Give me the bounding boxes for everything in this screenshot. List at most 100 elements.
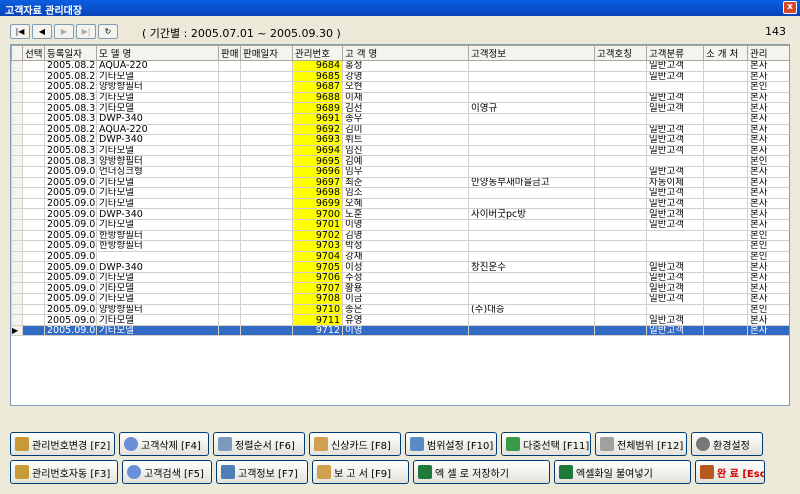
empty-cell[interactable] — [218, 271, 241, 284]
mgr-cell[interactable]: 본사 — [747, 123, 789, 136]
name-cell[interactable]: 이금 — [342, 293, 469, 305]
date-cell[interactable]: 2005.09.05 — [44, 218, 97, 231]
date-cell[interactable]: 2005.08.30 — [44, 91, 97, 104]
mgr-cell[interactable]: 본사 — [747, 282, 789, 295]
date-cell[interactable]: 2005.09.03 — [44, 240, 97, 252]
column-header[interactable]: 관리번호 — [292, 45, 343, 61]
row-pointer[interactable] — [11, 197, 23, 210]
row-pointer[interactable] — [11, 81, 23, 93]
mgr-cell[interactable]: 본사 — [747, 176, 789, 189]
name-cell[interactable]: 휘트 — [342, 134, 469, 146]
info-cell[interactable] — [468, 144, 595, 157]
empty-cell[interactable] — [703, 271, 748, 284]
empty-cell[interactable] — [240, 218, 293, 231]
empty-cell[interactable] — [703, 324, 748, 337]
name-cell[interactable]: 박정 — [342, 240, 469, 252]
name-cell[interactable]: 황용 — [342, 282, 469, 295]
class-cell[interactable]: 일반고객 — [646, 324, 704, 337]
info-cell[interactable] — [468, 165, 595, 178]
table-row[interactable]: 2005.08.25 기타모델 9685 강명 일반고객 본사 — [11, 70, 789, 83]
empty-cell[interactable] — [594, 250, 647, 263]
empty-cell[interactable] — [240, 208, 293, 220]
date-cell[interactable]: 2005.09.02 — [44, 229, 97, 242]
table-row[interactable]: 2005.09.05 기타모델 9701 이명 일반고객 본사 — [11, 218, 789, 231]
column-header[interactable]: 고객호칭 — [594, 45, 647, 61]
empty-cell[interactable] — [594, 303, 647, 316]
empty-cell[interactable] — [703, 91, 748, 104]
class-cell[interactable]: 일반고객 — [646, 197, 704, 210]
select-cell[interactable] — [22, 187, 45, 199]
name-cell[interactable]: 강명 — [342, 70, 469, 83]
date-cell[interactable]: 2005.09.03 — [44, 271, 97, 284]
empty-cell[interactable] — [218, 70, 241, 83]
name-cell[interactable]: 강재 — [342, 250, 469, 263]
toolbar-button-bottom-1[interactable]: 고객검색 [F5] — [122, 460, 212, 484]
empty-cell[interactable] — [594, 229, 647, 242]
toolbar-button-top-2[interactable]: 정렬순서 [F6] — [213, 432, 305, 456]
info-cell[interactable] — [468, 134, 595, 146]
date-cell[interactable]: 2005.08.25 — [44, 70, 97, 83]
info-cell[interactable] — [468, 70, 595, 83]
id-cell[interactable]: 9704 — [292, 250, 343, 263]
date-cell[interactable]: 2005.09.05 — [44, 303, 97, 316]
toolbar-button-bottom-2[interactable]: 고객정보 [F7] — [216, 460, 308, 484]
name-cell[interactable]: 최준 — [342, 176, 469, 189]
select-cell[interactable] — [22, 134, 45, 146]
empty-cell[interactable] — [218, 293, 241, 305]
toolbar-button-top-3[interactable]: 신상카드 [F8] — [309, 432, 401, 456]
info-cell[interactable] — [468, 314, 595, 326]
toolbar-button-top-5[interactable]: 다중선택 [F11] — [501, 432, 591, 456]
row-pointer[interactable] — [11, 112, 23, 125]
empty-cell[interactable] — [218, 250, 241, 263]
name-cell[interactable]: 노훈 — [342, 208, 469, 220]
empty-cell[interactable] — [240, 112, 293, 125]
empty-cell[interactable] — [703, 187, 748, 199]
date-cell[interactable]: 2005.09.02 — [44, 208, 97, 220]
class-cell[interactable]: 일반고객 — [646, 282, 704, 295]
column-header[interactable]: 선택 — [22, 45, 45, 61]
id-cell[interactable]: 9700 — [292, 208, 343, 220]
empty-cell[interactable] — [703, 229, 748, 242]
model-cell[interactable]: 한방향필터 — [96, 229, 219, 242]
table-row[interactable]: 2005.08.27 AQUA-220 9684 홍정 일반고객 본사 — [11, 60, 789, 72]
row-pointer[interactable] — [11, 261, 23, 273]
name-cell[interactable]: 이성 — [342, 261, 469, 273]
empty-cell[interactable] — [703, 197, 748, 210]
empty-cell[interactable] — [594, 144, 647, 157]
info-cell[interactable] — [468, 112, 595, 125]
select-cell[interactable] — [22, 165, 45, 178]
select-cell[interactable] — [22, 229, 45, 242]
date-cell[interactable]: 2005.08.30 — [44, 102, 97, 114]
empty-cell[interactable] — [703, 176, 748, 189]
date-cell[interactable]: 2005.09.01 — [44, 165, 97, 178]
empty-cell[interactable] — [703, 70, 748, 83]
empty-cell[interactable] — [594, 134, 647, 146]
model-cell[interactable]: 기타모델 — [96, 144, 219, 157]
first-record-button[interactable]: |◀ — [10, 24, 30, 39]
empty-cell[interactable] — [218, 91, 241, 104]
empty-cell[interactable] — [703, 218, 748, 231]
id-cell[interactable]: 9696 — [292, 165, 343, 178]
empty-cell[interactable] — [594, 314, 647, 326]
info-cell[interactable] — [468, 187, 595, 199]
table-row[interactable]: 2005.09.05 기타모델 9708 이금 일반고객 본사 — [11, 293, 789, 305]
empty-cell[interactable] — [703, 293, 748, 305]
prev-record-button[interactable]: ◀ — [32, 24, 52, 39]
id-cell[interactable]: 9705 — [292, 261, 343, 273]
empty-cell[interactable] — [703, 303, 748, 316]
column-header[interactable]: 고 객 명 — [342, 45, 469, 61]
select-cell[interactable] — [22, 70, 45, 83]
model-cell[interactable]: DWP-340 — [96, 112, 219, 125]
empty-cell[interactable] — [218, 229, 241, 242]
model-cell[interactable]: 기타모델 — [96, 197, 219, 210]
row-pointer[interactable] — [11, 314, 23, 326]
mgr-cell[interactable]: 본인 — [747, 240, 789, 252]
info-cell[interactable] — [468, 229, 595, 242]
class-cell[interactable]: 일반고객 — [646, 271, 704, 284]
date-cell[interactable]: 2005.09.01 — [44, 176, 97, 189]
empty-cell[interactable] — [240, 187, 293, 199]
id-cell[interactable]: 9694 — [292, 144, 343, 157]
mgr-cell[interactable]: 본사 — [747, 112, 789, 125]
mgr-cell[interactable]: 본사 — [747, 91, 789, 104]
table-row[interactable]: 2005.09.03 기타모델 9706 주성 일반고객 본사 — [11, 271, 789, 284]
